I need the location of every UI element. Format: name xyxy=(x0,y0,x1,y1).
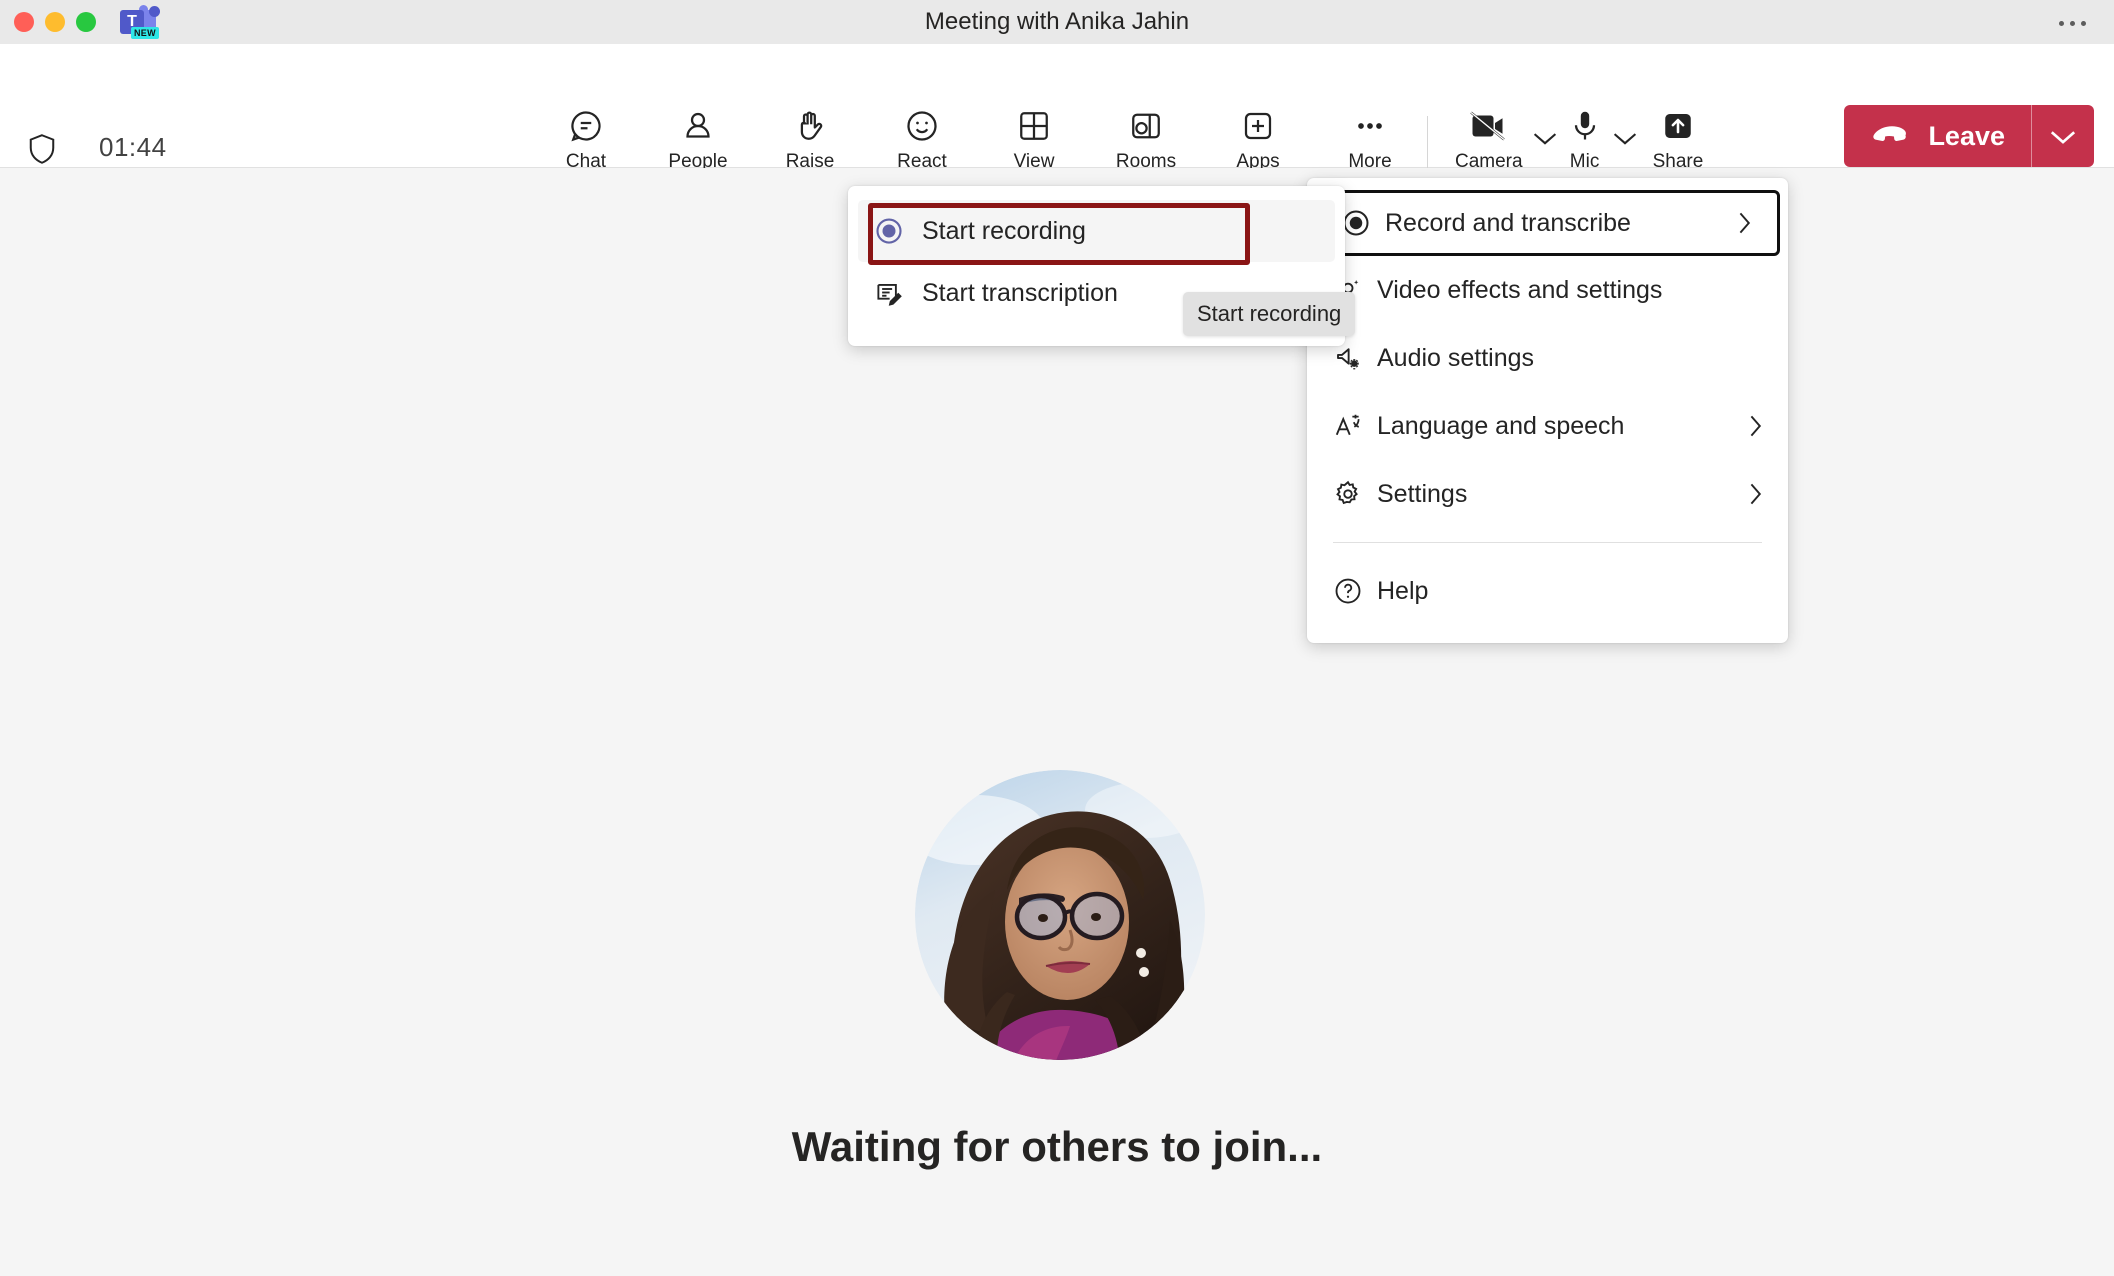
help-question-icon xyxy=(1333,576,1377,606)
leave-meeting-button[interactable]: Leave xyxy=(1844,105,2094,167)
menu-item-record-and-transcribe[interactable]: Record and transcribe xyxy=(1315,190,1780,256)
record-dot-icon xyxy=(874,216,922,246)
window-title-bar: T NEW Meeting with Anika Jahin xyxy=(0,0,2114,44)
maximize-window-button[interactable] xyxy=(76,12,96,32)
menu-item-video-effects-and-settings[interactable]: Video effects and settings xyxy=(1307,256,1788,324)
react-smiley-icon xyxy=(904,108,940,144)
teams-new-badge: NEW xyxy=(131,27,159,39)
menu-divider xyxy=(1333,542,1762,543)
close-window-button[interactable] xyxy=(14,12,34,32)
chat-icon xyxy=(568,108,604,144)
menu-label-settings: Settings xyxy=(1377,480,1744,509)
menu-label-audio-settings: Audio settings xyxy=(1377,344,1766,373)
transcription-pencil-icon xyxy=(874,278,922,308)
share-button[interactable]: Share xyxy=(1653,108,1704,173)
start-recording-tooltip: Start recording xyxy=(1183,292,1355,336)
people-icon xyxy=(680,108,716,144)
submenu-item-start-recording[interactable]: Start recording xyxy=(858,200,1335,262)
camera-button[interactable]: Camera xyxy=(1455,108,1523,173)
raise-hand-icon xyxy=(792,108,828,144)
speaker-gear-icon xyxy=(1333,343,1377,373)
leave-options-chevron-down-icon[interactable] xyxy=(2032,105,2094,167)
shield-icon[interactable] xyxy=(27,132,57,166)
menu-label-video-effects-and-settings: Video effects and settings xyxy=(1377,276,1766,305)
menu-label-help: Help xyxy=(1377,577,1766,606)
microphone-icon xyxy=(1567,108,1603,144)
window-traffic-lights xyxy=(14,12,96,32)
language-translate-icon xyxy=(1333,411,1377,441)
mic-button[interactable]: Mic xyxy=(1567,108,1603,173)
menu-item-audio-settings[interactable]: Audio settings xyxy=(1307,324,1788,392)
minimize-window-button[interactable] xyxy=(45,12,65,32)
hang-up-icon xyxy=(1872,125,1912,147)
apps-plus-icon xyxy=(1240,108,1276,144)
gear-icon xyxy=(1333,479,1377,509)
record-circle-icon xyxy=(1341,208,1385,238)
submenu-label-start-recording: Start recording xyxy=(922,217,1086,246)
more-ellipsis-icon xyxy=(1352,108,1388,144)
leave-label: Leave xyxy=(1928,121,2005,152)
menu-item-help[interactable]: Help xyxy=(1307,557,1788,625)
view-grid-icon xyxy=(1016,108,1052,144)
titlebar-ellipsis-icon[interactable] xyxy=(2052,12,2092,34)
menu-item-settings[interactable]: Settings xyxy=(1307,460,1788,528)
mic-options-chevron-down-icon[interactable] xyxy=(1603,118,1647,158)
meeting-timer: 01:44 xyxy=(99,132,167,163)
teams-icon-large-circle xyxy=(149,6,160,17)
chevron-right-icon xyxy=(1733,211,1755,235)
teams-app-icon: T NEW xyxy=(120,5,160,39)
camera-options-chevron-down-icon[interactable] xyxy=(1523,118,1567,158)
chevron-right-icon xyxy=(1744,414,1766,438)
share-screen-icon xyxy=(1660,108,1696,144)
menu-label-record-and-transcribe: Record and transcribe xyxy=(1385,209,1733,238)
waiting-message: Waiting for others to join... xyxy=(0,1123,2114,1171)
window-title: Meeting with Anika Jahin xyxy=(0,0,2114,44)
chevron-right-icon xyxy=(1744,482,1766,506)
breakout-rooms-icon xyxy=(1128,108,1164,144)
toolbar-media-controls: Camera Mic Sh xyxy=(1455,108,1703,173)
meeting-toolbar: 01:44 Chat People xyxy=(0,44,2114,168)
menu-item-language-and-speech[interactable]: Language and speech xyxy=(1307,392,1788,460)
submenu-label-start-transcription: Start transcription xyxy=(922,279,1118,308)
camera-off-icon xyxy=(1468,108,1510,144)
leave-main-area[interactable]: Leave xyxy=(1844,105,2031,167)
more-options-menu: Record and transcribe Video effects and … xyxy=(1307,178,1788,643)
menu-label-language-and-speech: Language and speech xyxy=(1377,412,1744,441)
avatar xyxy=(915,770,1205,1060)
